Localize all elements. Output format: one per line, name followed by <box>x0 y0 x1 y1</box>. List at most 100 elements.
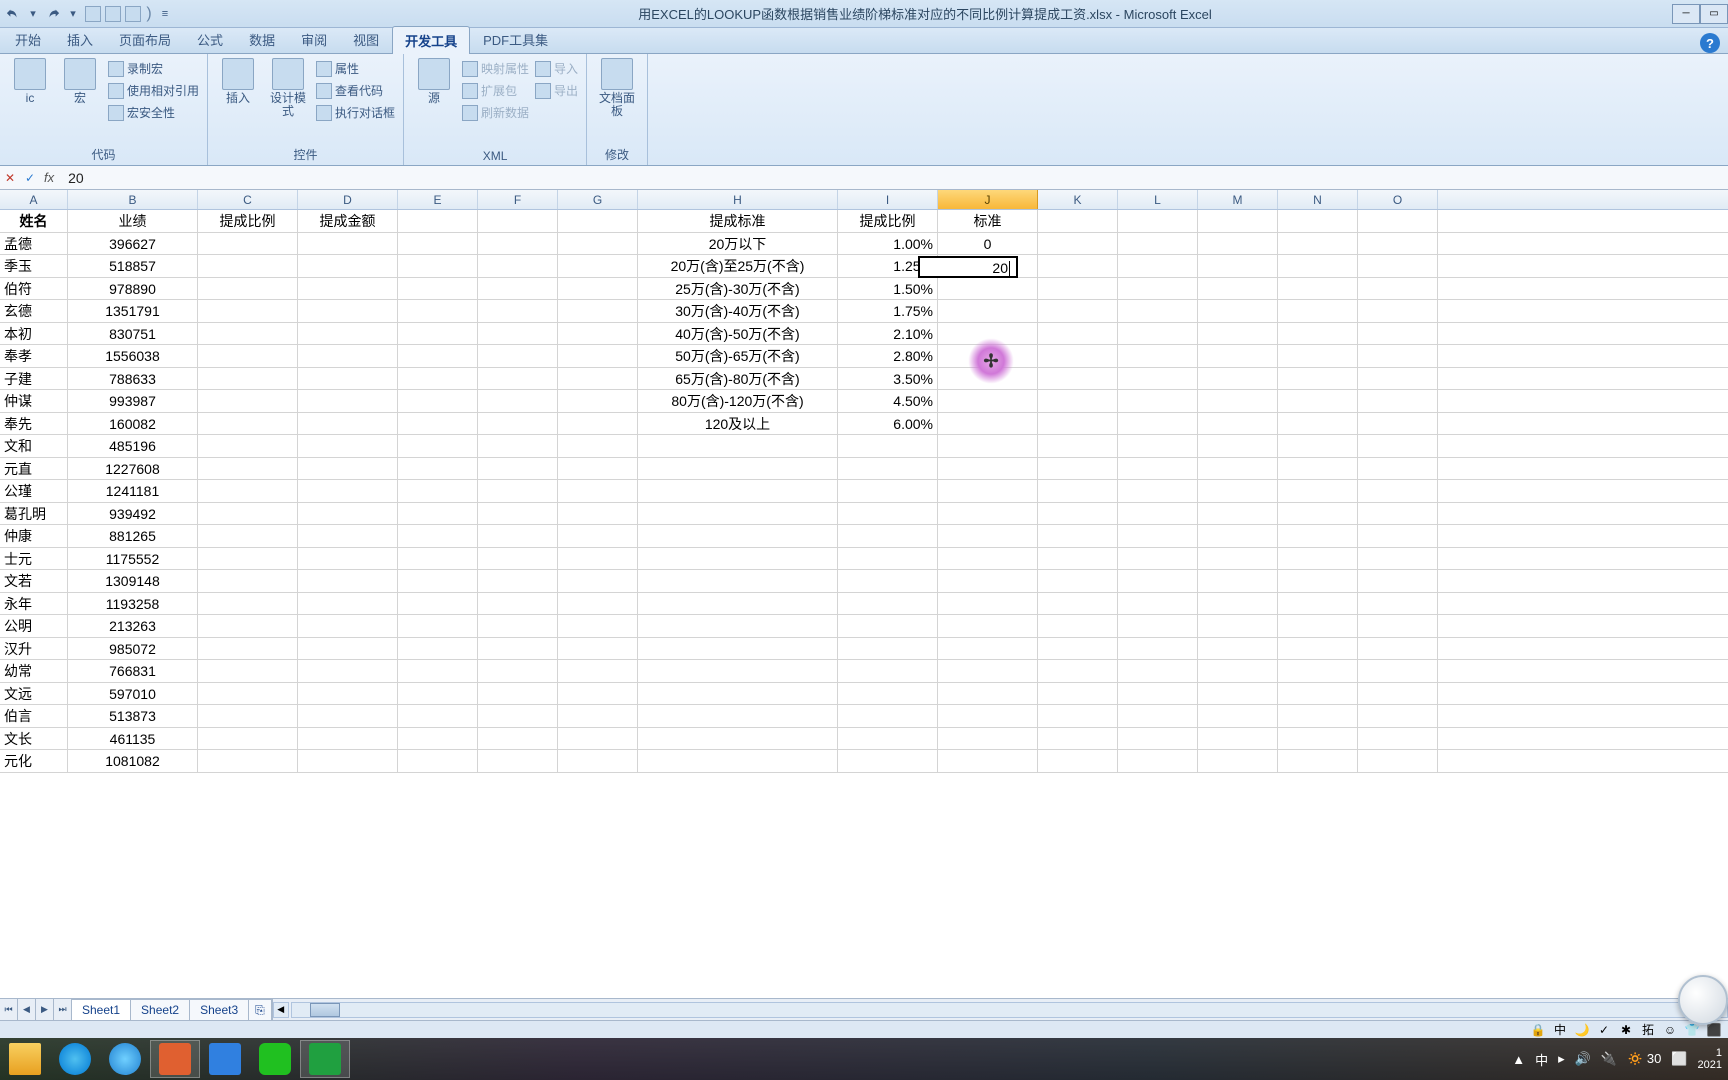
cell[interactable] <box>478 683 558 705</box>
design-mode-button[interactable]: 设计模式 <box>266 58 310 118</box>
cell[interactable] <box>1118 570 1198 592</box>
cell[interactable]: 公明 <box>0 615 68 637</box>
cell[interactable] <box>298 345 398 367</box>
cell[interactable] <box>1278 705 1358 727</box>
cell[interactable] <box>1358 323 1438 345</box>
cell[interactable] <box>1118 615 1198 637</box>
cell[interactable] <box>398 368 478 390</box>
cell[interactable] <box>1118 368 1198 390</box>
cell[interactable]: 788633 <box>68 368 198 390</box>
cell[interactable]: 120及以上 <box>638 413 838 435</box>
cell[interactable] <box>1198 750 1278 772</box>
cell[interactable] <box>1198 570 1278 592</box>
cell[interactable] <box>1198 728 1278 750</box>
document-panel-button[interactable]: 文档面板 <box>595 58 639 118</box>
cell[interactable] <box>198 615 298 637</box>
taskbar-excel[interactable] <box>300 1040 350 1078</box>
cell[interactable]: 461135 <box>68 728 198 750</box>
cell[interactable] <box>1198 233 1278 255</box>
cell[interactable] <box>838 683 938 705</box>
cell[interactable] <box>398 593 478 615</box>
cell[interactable] <box>398 683 478 705</box>
cell[interactable]: 文和 <box>0 435 68 457</box>
cell[interactable] <box>398 750 478 772</box>
cell[interactable]: 玄德 <box>0 300 68 322</box>
cell[interactable]: 0 <box>938 233 1038 255</box>
cell[interactable] <box>478 705 558 727</box>
cell[interactable] <box>1198 615 1278 637</box>
cell[interactable] <box>298 705 398 727</box>
cell[interactable]: 1.25% <box>838 255 938 277</box>
cell[interactable] <box>1278 683 1358 705</box>
cell[interactable] <box>938 323 1038 345</box>
cell[interactable] <box>398 525 478 547</box>
cell[interactable] <box>938 593 1038 615</box>
cell[interactable] <box>1358 233 1438 255</box>
cell[interactable] <box>298 615 398 637</box>
cell[interactable] <box>1358 548 1438 570</box>
cell[interactable] <box>198 660 298 682</box>
cell[interactable] <box>1198 413 1278 435</box>
cell[interactable] <box>478 300 558 322</box>
cell[interactable] <box>1038 368 1118 390</box>
cell[interactable] <box>1118 683 1198 705</box>
cell[interactable] <box>398 210 478 232</box>
cell[interactable] <box>1198 480 1278 502</box>
status-han-icon[interactable]: 拓 <box>1640 1022 1656 1038</box>
cell[interactable] <box>198 548 298 570</box>
cell[interactable]: 仲谋 <box>0 390 68 412</box>
cell[interactable] <box>478 345 558 367</box>
cell[interactable] <box>838 525 938 547</box>
cell[interactable] <box>198 570 298 592</box>
cell[interactable] <box>478 615 558 637</box>
cell[interactable] <box>1198 390 1278 412</box>
cell[interactable] <box>938 345 1038 367</box>
cell[interactable] <box>398 480 478 502</box>
cell[interactable] <box>638 638 838 660</box>
cell[interactable] <box>1358 683 1438 705</box>
cell[interactable] <box>1278 368 1358 390</box>
cell[interactable]: 1351791 <box>68 300 198 322</box>
cell[interactable] <box>298 660 398 682</box>
col-header-H[interactable]: H <box>638 190 838 209</box>
cell[interactable] <box>838 728 938 750</box>
cell[interactable] <box>938 683 1038 705</box>
cell[interactable] <box>398 615 478 637</box>
cell[interactable] <box>838 458 938 480</box>
cell[interactable] <box>398 570 478 592</box>
cell[interactable] <box>1198 503 1278 525</box>
source-button[interactable]: 源 <box>412 58 456 105</box>
cell[interactable] <box>1038 255 1118 277</box>
cell[interactable] <box>1198 210 1278 232</box>
cell[interactable] <box>1038 728 1118 750</box>
cell[interactable] <box>1358 210 1438 232</box>
redo-icon[interactable] <box>44 5 62 23</box>
cell[interactable]: 1.50% <box>838 278 938 300</box>
cell[interactable] <box>938 458 1038 480</box>
cell[interactable] <box>638 660 838 682</box>
cell[interactable] <box>1358 300 1438 322</box>
col-header-O[interactable]: O <box>1358 190 1438 209</box>
scroll-left-button[interactable]: ◀ <box>273 1002 289 1018</box>
cell[interactable] <box>1118 750 1198 772</box>
cell[interactable] <box>638 683 838 705</box>
cell[interactable]: 80万(含)-120万(不含) <box>638 390 838 412</box>
cell[interactable]: 提成比例 <box>838 210 938 232</box>
cell[interactable]: 1193258 <box>68 593 198 615</box>
cell[interactable]: 仲康 <box>0 525 68 547</box>
cell[interactable] <box>298 503 398 525</box>
cell[interactable] <box>398 638 478 660</box>
cell[interactable] <box>558 705 638 727</box>
cell[interactable] <box>298 525 398 547</box>
cell[interactable] <box>1118 593 1198 615</box>
cell[interactable]: 文长 <box>0 728 68 750</box>
cell[interactable] <box>558 525 638 547</box>
tab-formulas[interactable]: 公式 <box>184 25 236 53</box>
cell[interactable]: 939492 <box>68 503 198 525</box>
cell[interactable] <box>638 548 838 570</box>
cell[interactable] <box>558 750 638 772</box>
cell[interactable] <box>398 458 478 480</box>
cell[interactable]: 士元 <box>0 548 68 570</box>
confirm-edit-button[interactable]: ✓ <box>20 168 40 188</box>
sheet-last-button[interactable]: ⏭ <box>54 999 72 1020</box>
